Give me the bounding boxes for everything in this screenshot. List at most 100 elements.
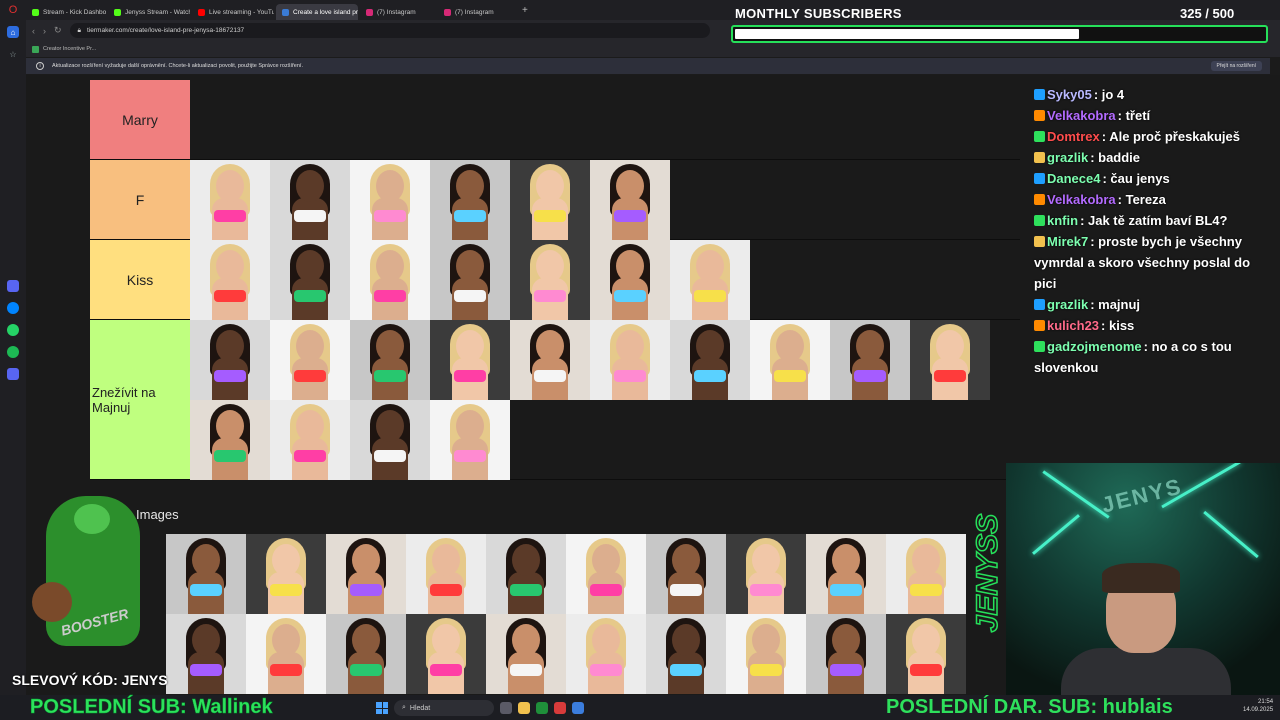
browser-tab[interactable]: Live streaming - YouTube [192,4,274,20]
new-tab-icon[interactable]: + [522,5,528,16]
contestant-image[interactable] [886,614,966,694]
chat-username[interactable]: gadzojmenome [1047,339,1142,354]
contestant-image[interactable] [726,614,806,694]
bookmark-icon [32,45,39,53]
contestant-image[interactable] [590,160,670,240]
chat-username[interactable]: Velkakobra [1047,192,1116,207]
contestant-image[interactable] [326,614,406,694]
tier-row: Znežívit na Majnuj [90,320,1020,480]
file-explorer-icon[interactable] [518,702,530,714]
chat-username[interactable]: Syky05 [1047,87,1092,102]
messenger-icon[interactable] [7,302,19,314]
contestant-image[interactable] [350,160,430,240]
contestant-image[interactable] [190,320,270,400]
browser-tab[interactable]: Jenyss Stream - Watch Li [108,4,190,20]
tier-label[interactable]: Marry [90,80,190,159]
contestant-image[interactable] [270,240,350,320]
taskbar-search[interactable]: ⌕ Hledat [394,700,494,716]
contestant-image[interactable] [590,320,670,400]
contestant-image[interactable] [590,240,670,320]
contestant-image[interactable] [510,240,590,320]
chat-message: Velkakobra: Tereza [1030,189,1270,210]
reload-icon[interactable]: ↻ [54,25,62,36]
contestant-image[interactable] [430,400,510,480]
contestant-image[interactable] [190,400,270,480]
contestant-image[interactable] [430,320,510,400]
chat-username[interactable]: Velkakobra [1047,108,1116,123]
home-icon[interactable]: ⌂ [7,26,19,38]
contestant-image[interactable] [430,160,510,240]
chat-username[interactable]: grazlik [1047,297,1088,312]
whatsapp-icon[interactable] [7,324,19,336]
search-icon: ⌕ [402,704,406,711]
spotify-icon[interactable] [7,346,19,358]
browser-tab[interactable]: (7) Instagram [360,4,436,20]
chat-username[interactable]: Danece4 [1047,171,1100,186]
chat-username[interactable]: kulich23 [1047,318,1099,333]
contestant-image[interactable] [806,614,886,694]
bookmark-link[interactable]: Creator Incentive Pr... [43,46,96,52]
contestant-image[interactable] [910,320,990,400]
app-icon[interactable] [536,702,548,714]
app-icon[interactable] [7,280,19,292]
contestant-image[interactable] [750,320,830,400]
chat-badge-icon [1034,89,1045,100]
browser-tab[interactable]: (7) Instagram [438,4,514,20]
tier-label[interactable]: F [90,160,190,239]
contestant-image[interactable] [350,240,430,320]
star-icon[interactable]: ☆ [7,48,19,60]
opera-taskbar-icon[interactable] [554,702,566,714]
edge-icon[interactable] [572,702,584,714]
back-icon[interactable]: ‹ [32,26,35,36]
contestant-image[interactable] [406,534,486,614]
tier-label[interactable]: Znežívit na Majnuj [90,320,190,479]
contestant-image[interactable] [646,534,726,614]
contestant-image[interactable] [190,160,270,240]
contestant-image[interactable] [670,240,750,320]
browser-tab[interactable]: Stream - Kick Dashboard [26,4,106,20]
contestant-image[interactable] [246,534,326,614]
contestant-image[interactable] [350,400,430,480]
opera-logo-icon[interactable]: O [0,0,26,20]
contestant-image[interactable] [270,320,350,400]
chat-message: grazlik: majnuj [1030,294,1270,315]
contestant-image[interactable] [886,534,966,614]
chat-username[interactable]: Domtrex [1047,129,1100,144]
chat-text: : baddie [1090,150,1141,165]
windows-start-icon[interactable] [376,702,388,714]
tier-label[interactable]: Kiss [90,240,190,319]
contestant-image[interactable] [566,534,646,614]
contestant-image[interactable] [270,160,350,240]
contestant-image[interactable] [510,320,590,400]
chat-badge-icon [1034,110,1045,121]
contestant-image[interactable] [806,534,886,614]
task-view-icon[interactable] [500,702,512,714]
contestant-image[interactable] [350,320,430,400]
chat-username[interactable]: knfin [1047,213,1078,228]
contestant-image[interactable] [190,240,270,320]
contestant-image[interactable] [166,614,246,694]
contestant-image[interactable] [270,400,350,480]
contestant-image[interactable] [326,534,406,614]
contestant-image[interactable] [830,320,910,400]
subscriber-goal-count: 325 / 500 [1180,6,1235,21]
contestant-image[interactable] [486,614,566,694]
booster-mascot: BOOSTER [30,486,160,686]
contestant-image[interactable] [646,614,726,694]
contestant-image[interactable] [510,160,590,240]
discord-icon[interactable] [7,368,19,380]
contestant-image[interactable] [166,534,246,614]
url-field[interactable]: 🔒︎ tiermaker.com/create/love-island-pre-… [69,23,710,38]
chat-username[interactable]: grazlik [1047,150,1088,165]
contestant-image[interactable] [726,534,806,614]
contestant-image[interactable] [566,614,646,694]
chat-username[interactable]: Mirek7 [1047,234,1088,249]
contestant-image[interactable] [246,614,326,694]
browser-tab[interactable]: Create a love island pre [276,4,358,20]
contestant-image[interactable] [486,534,566,614]
contestant-image[interactable] [406,614,486,694]
go-to-extensions-button[interactable]: Přejít na rozšíření [1210,61,1262,71]
forward-icon[interactable]: › [43,26,46,36]
contestant-image[interactable] [430,240,510,320]
contestant-image[interactable] [670,320,750,400]
